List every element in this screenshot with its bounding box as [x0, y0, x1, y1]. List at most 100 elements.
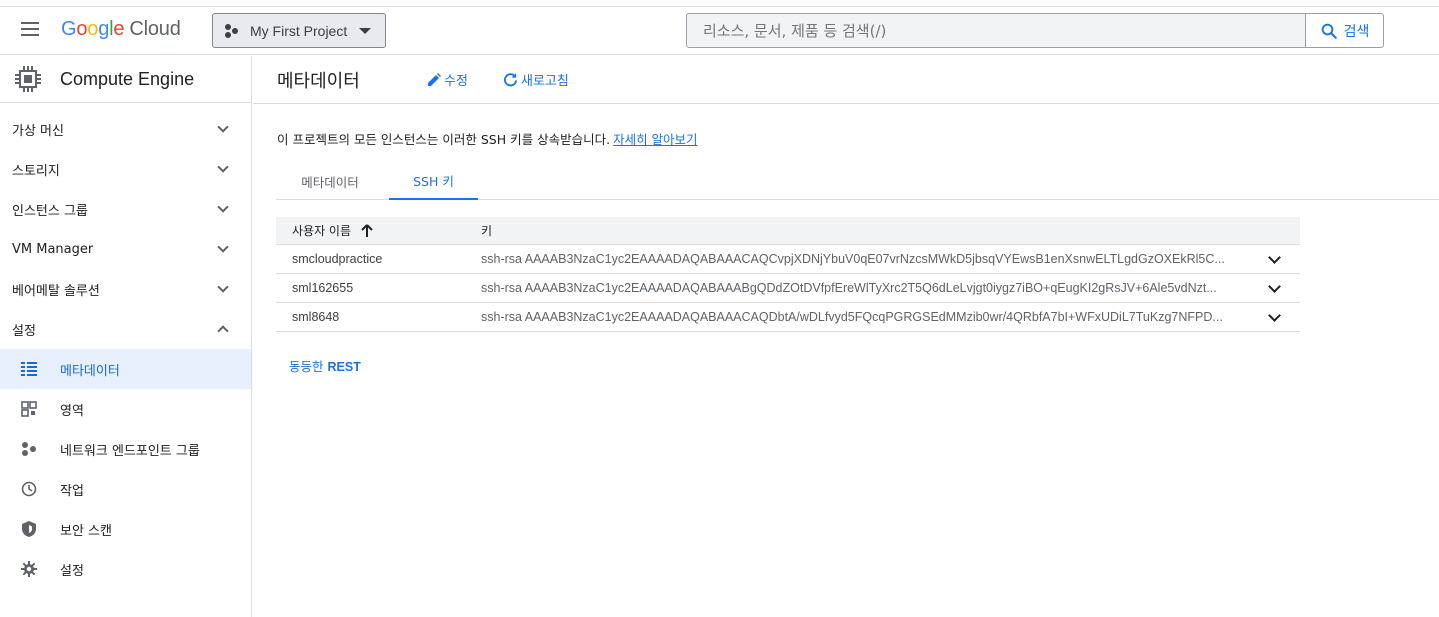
table-row: smcloudpractice ssh-rsa AAAAB3NzaC1yc2EA…	[276, 245, 1300, 274]
sidebar-item-security-scan[interactable]: 보안 스캔	[0, 509, 251, 549]
column-label: 사용자 이름	[292, 224, 352, 238]
table-header: 사용자 이름 키	[276, 217, 1300, 245]
page-title: 메타데이터	[277, 71, 360, 92]
refresh-icon	[504, 72, 518, 87]
pencil-icon	[428, 72, 441, 86]
refresh-label: 새로고침	[521, 74, 569, 89]
learn-more-link[interactable]: 자세히 알아보기	[613, 132, 697, 147]
column-header-key: 키	[481, 224, 493, 238]
inheritance-info: 이 프로젝트의 모든 인스턴스는 이러한 SSH 키를 상속받습니다. 자세히 알…	[277, 129, 698, 148]
main-content: 메타데이터 수정 새로고침 이 프로젝트의 모든 인스턴스는 이러한 SSH 키…	[253, 56, 1439, 617]
sidebar-item-label: 영역	[60, 403, 84, 419]
chevron-down-icon	[1267, 279, 1281, 293]
chevron-up-icon	[217, 325, 229, 337]
nav-group-label: VM Manager	[12, 241, 94, 257]
expand-row-button[interactable]	[1248, 250, 1300, 264]
logo-cloud-text: Cloud	[129, 18, 181, 40]
tab-metadata[interactable]: 메타데이터	[276, 162, 384, 200]
project-selector[interactable]: My First Project	[212, 13, 386, 48]
nav-group-bare-metal[interactable]: 베어메탈 솔루션	[0, 269, 251, 309]
search-button[interactable]: 검색	[1305, 14, 1383, 47]
row-user: sml8648	[292, 310, 340, 324]
rest-label: REST	[327, 360, 361, 374]
search-input[interactable]	[687, 14, 1305, 47]
sidebar-item-label: 메타데이터	[60, 363, 120, 379]
chevron-down-icon	[217, 241, 229, 253]
google-cloud-logo[interactable]: Google Cloud	[61, 18, 181, 41]
sidebar-item-operations[interactable]: 작업	[0, 469, 251, 509]
nav-group-label: 스토리지	[12, 163, 60, 179]
top-strip	[0, 0, 1439, 7]
gear-icon	[20, 560, 38, 578]
tab-label: 메타데이터	[301, 174, 359, 190]
sidebar-item-metadata[interactable]: 메타데이터	[0, 349, 251, 389]
search-icon	[1321, 23, 1337, 39]
row-user: sml162655	[292, 281, 354, 295]
column-header-user[interactable]: 사용자 이름	[276, 222, 481, 239]
rest-prefix: 동등한	[289, 359, 324, 374]
zones-icon	[20, 400, 38, 418]
logo-letter: o	[76, 18, 88, 40]
nav-group-label: 설정	[12, 323, 36, 339]
shield-icon	[20, 520, 38, 538]
row-user: smcloudpractice	[292, 252, 383, 266]
sidebar-item-label: 작업	[60, 483, 84, 499]
tab-bar: 메타데이터 SSH 키	[276, 162, 1439, 200]
search-button-label: 검색	[1343, 23, 1370, 40]
nav-group-settings[interactable]: 설정	[0, 309, 251, 349]
sort-ascending-icon	[361, 223, 373, 237]
nav-group-storage[interactable]: 스토리지	[0, 149, 251, 189]
row-key: ssh-rsa AAAAB3NzaC1yc2EAAAADAQABAAACAQCv…	[481, 252, 1225, 266]
ssh-keys-table: 사용자 이름 키 smcloudpractice ssh-rsa AAAAB3N…	[276, 217, 1300, 332]
expand-row-button[interactable]	[1248, 279, 1300, 293]
sidebar: Compute Engine 가상 머신 스토리지 인스턴스 그룹 VM Man…	[0, 56, 252, 617]
refresh-button[interactable]: 새로고침	[503, 70, 569, 89]
chevron-down-icon	[1267, 308, 1281, 322]
chevron-down-icon	[1267, 250, 1281, 264]
nav-group-label: 베어메탈 솔루션	[12, 283, 100, 299]
project-name: My First Project	[250, 22, 348, 39]
nav-group-label: 인스턴스 그룹	[12, 203, 88, 219]
chevron-down-icon	[217, 281, 229, 293]
nav-group-instance-groups[interactable]: 인스턴스 그룹	[0, 189, 251, 229]
expand-row-button[interactable]	[1248, 308, 1300, 322]
edit-label: 수정	[444, 74, 468, 89]
search-bar: 검색	[686, 13, 1384, 48]
table-row: sml162655 ssh-rsa AAAAB3NzaC1yc2EAAAADAQ…	[276, 274, 1300, 303]
chevron-down-icon	[217, 121, 229, 133]
compute-engine-icon	[15, 66, 41, 92]
equivalent-rest-link[interactable]: 동등한 REST	[289, 356, 361, 375]
info-text: 이 프로젝트의 모든 인스턴스는 이러한 SSH 키를 상속받습니다.	[277, 132, 611, 147]
caret-down-icon	[359, 27, 372, 34]
sidebar-item-label: 네트워크 엔드포인트 그룹	[60, 443, 200, 459]
nav-group-vm[interactable]: 가상 머신	[0, 109, 251, 149]
menu-icon[interactable]	[21, 22, 39, 36]
network-endpoint-icon	[20, 440, 38, 458]
project-icon	[225, 23, 241, 39]
tab-label: SSH 키	[413, 173, 454, 189]
top-bar: GoogleCloud My First Project 검색	[0, 8, 1439, 55]
sidebar-item-network-endpoint-groups[interactable]: 네트워크 엔드포인트 그룹	[0, 429, 251, 469]
sidebar-item-settings[interactable]: 설정	[0, 549, 251, 589]
sidebar-item-label: 보안 스캔	[60, 523, 112, 539]
row-key: ssh-rsa AAAAB3NzaC1yc2EAAAADAQABAAACAQDb…	[481, 310, 1223, 324]
edit-button[interactable]: 수정	[427, 70, 468, 89]
logo-letter: G	[61, 18, 77, 40]
chevron-down-icon	[217, 161, 229, 173]
logo-letter: g	[98, 18, 110, 40]
page-header: 메타데이터 수정 새로고침	[253, 56, 1439, 104]
table-row: sml8648 ssh-rsa AAAAB3NzaC1yc2EAAAADAQAB…	[276, 303, 1300, 332]
sidebar-item-label: 설정	[60, 563, 84, 579]
product-name: Compute Engine	[60, 68, 195, 89]
tab-ssh-keys[interactable]: SSH 키	[389, 162, 478, 200]
chevron-down-icon	[217, 201, 229, 213]
clock-icon	[20, 480, 38, 498]
nav-group-vm-manager[interactable]: VM Manager	[0, 229, 251, 269]
row-key: ssh-rsa AAAAB3NzaC1yc2EAAAADAQABAAABgQDd…	[481, 281, 1217, 295]
sidebar-item-zones[interactable]: 영역	[0, 389, 251, 429]
list-icon	[20, 360, 38, 378]
nav-group-label: 가상 머신	[12, 123, 64, 139]
logo-letter: o	[87, 18, 99, 40]
logo-letter: e	[113, 18, 125, 40]
product-header: Compute Engine	[0, 56, 251, 103]
